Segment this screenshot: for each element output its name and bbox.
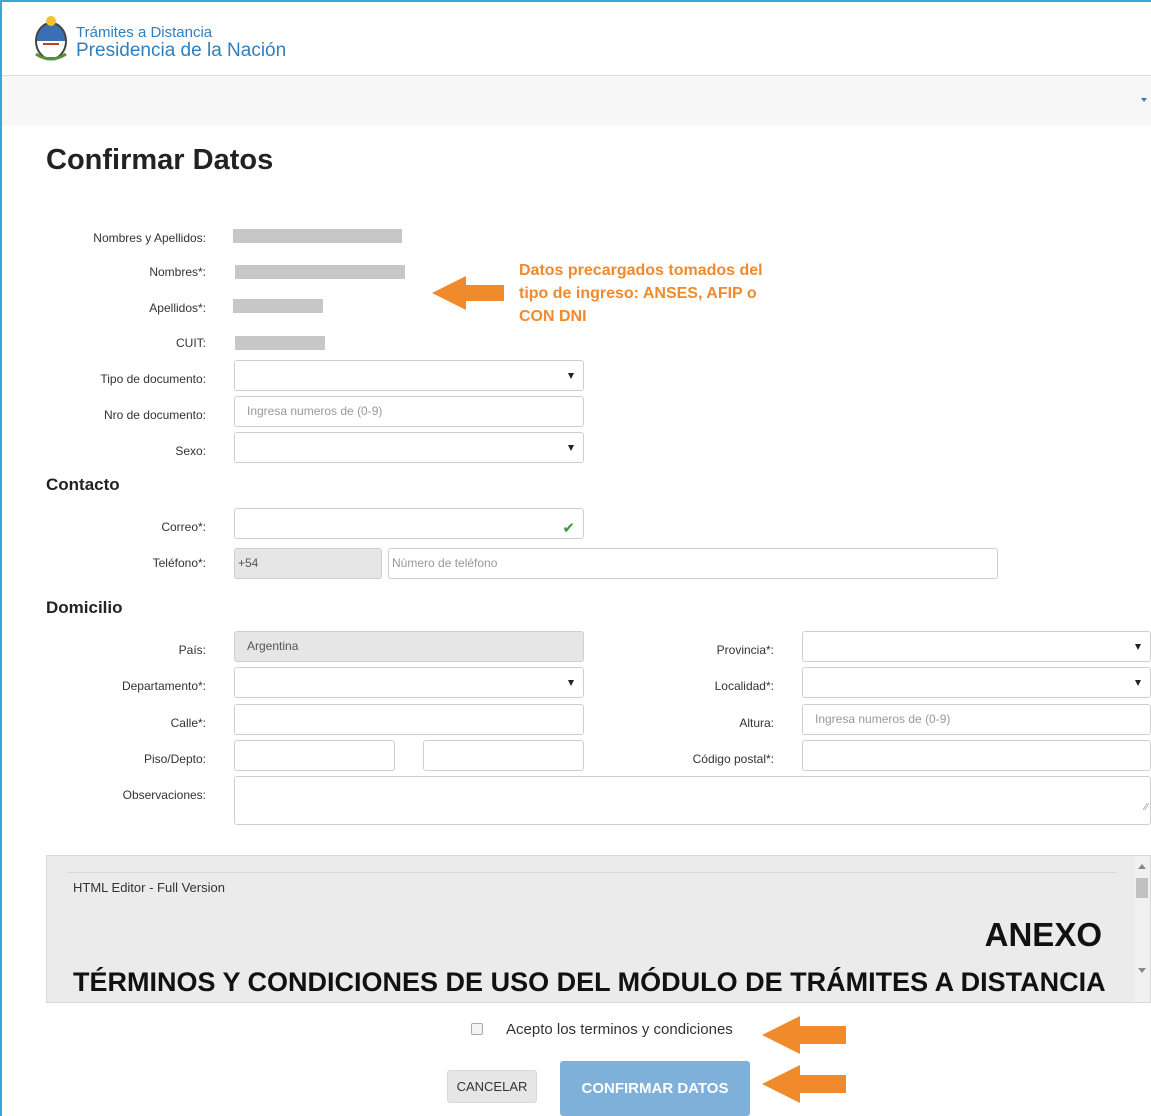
accept-terms-label[interactable]: Acepto los terminos y condiciones xyxy=(506,1021,733,1038)
confirm-button[interactable]: CONFIRMAR DATOS xyxy=(560,1061,750,1116)
resize-handle-icon[interactable]: ⁄⁄ xyxy=(1145,793,1148,822)
telefono-label: Teléfono*: xyxy=(152,556,206,570)
provincia-label: Provincia*: xyxy=(716,643,774,657)
observaciones-textarea[interactable]: ⁄⁄ xyxy=(234,776,1151,825)
editor-title: HTML Editor - Full Version xyxy=(73,880,225,895)
departamento-select[interactable] xyxy=(234,667,584,698)
domicilio-heading: Domicilio xyxy=(46,598,123,617)
arrow-left-icon xyxy=(762,1065,846,1103)
telefono-input[interactable]: Número de teléfono xyxy=(388,548,998,579)
tipo-documento-select[interactable] xyxy=(234,360,584,391)
departamento-label: Departamento*: xyxy=(121,679,206,693)
terms-editor[interactable]: HTML Editor - Full Version ANEXO TÉRMINO… xyxy=(46,855,1151,1003)
arrow-left-icon xyxy=(432,276,504,310)
brand-subtitle: Trámites a Distancia xyxy=(76,24,213,41)
page-title: Confirmar Datos xyxy=(46,144,274,176)
nav-bar xyxy=(2,76,1151,126)
accept-terms-checkbox[interactable] xyxy=(471,1023,483,1035)
correo-input[interactable]: ✔ xyxy=(234,508,584,539)
telefono-prefix: +54 xyxy=(234,548,382,579)
caret-down-icon xyxy=(1135,680,1141,686)
cuit-label: CUIT: xyxy=(176,336,206,350)
site-header: Trámites a Distancia Presidencia de la N… xyxy=(2,2,1151,76)
national-emblem-icon xyxy=(35,16,67,61)
editor-scrollbar[interactable] xyxy=(1134,856,1150,1002)
piso-input[interactable] xyxy=(234,740,395,771)
nombres-apellidos-label: Nombres y Apellidos: xyxy=(93,231,206,245)
caret-down-icon xyxy=(1135,644,1141,650)
pais-label: País: xyxy=(178,643,206,657)
arrow-left-icon xyxy=(762,1016,846,1054)
localidad-label: Localidad*: xyxy=(714,679,774,693)
caret-down-icon xyxy=(568,445,574,451)
codigo-postal-input[interactable] xyxy=(802,740,1151,771)
pais-input: Argentina xyxy=(234,631,584,662)
altura-label: Altura: xyxy=(739,716,774,730)
observaciones-label: Observaciones: xyxy=(122,788,206,802)
apellidos-label: Apellidos*: xyxy=(149,301,206,315)
nombres-value xyxy=(235,265,405,279)
scroll-up-icon[interactable] xyxy=(1138,864,1146,869)
altura-input[interactable]: Ingresa numeros de (0-9) xyxy=(802,704,1151,735)
depto-input[interactable] xyxy=(423,740,584,771)
calle-input[interactable] xyxy=(234,704,584,735)
anexo-heading: ANEXO xyxy=(984,916,1102,953)
sexo-label: Sexo: xyxy=(175,444,206,458)
nro-documento-input[interactable]: Ingresa numeros de (0-9) xyxy=(234,396,584,427)
scroll-down-icon[interactable] xyxy=(1138,968,1146,973)
provincia-select[interactable] xyxy=(802,631,1151,662)
correo-label: Correo*: xyxy=(161,520,206,534)
caret-down-icon xyxy=(568,373,574,379)
caret-down-icon xyxy=(568,680,574,686)
prefill-callout: Datos precargados tomados del tipo de in… xyxy=(519,262,763,325)
terms-heading: TÉRMINOS Y CONDICIONES DE USO DEL MÓDULO… xyxy=(73,967,1106,997)
nombres-apellidos-value xyxy=(233,229,402,243)
nro-documento-label: Nro de documento: xyxy=(103,408,206,422)
brand-title[interactable]: Presidencia de la Nación xyxy=(76,40,286,62)
chevron-down-icon[interactable] xyxy=(1141,98,1147,102)
scroll-thumb[interactable] xyxy=(1136,878,1148,898)
editor-divider xyxy=(67,872,1117,873)
sexo-select[interactable] xyxy=(234,432,584,463)
cancel-button[interactable]: CANCELAR xyxy=(447,1070,537,1103)
localidad-select[interactable] xyxy=(802,667,1151,698)
apellidos-value xyxy=(233,299,323,313)
piso-depto-label: Piso/Depto: xyxy=(143,752,206,766)
cuit-value xyxy=(235,336,325,350)
calle-label: Calle*: xyxy=(170,716,206,730)
tipo-documento-label: Tipo de documento: xyxy=(100,372,206,386)
codigo-postal-label: Código postal*: xyxy=(692,752,774,766)
check-icon: ✔ xyxy=(562,520,575,537)
nombres-label: Nombres*: xyxy=(149,265,206,279)
contacto-heading: Contacto xyxy=(46,475,120,494)
